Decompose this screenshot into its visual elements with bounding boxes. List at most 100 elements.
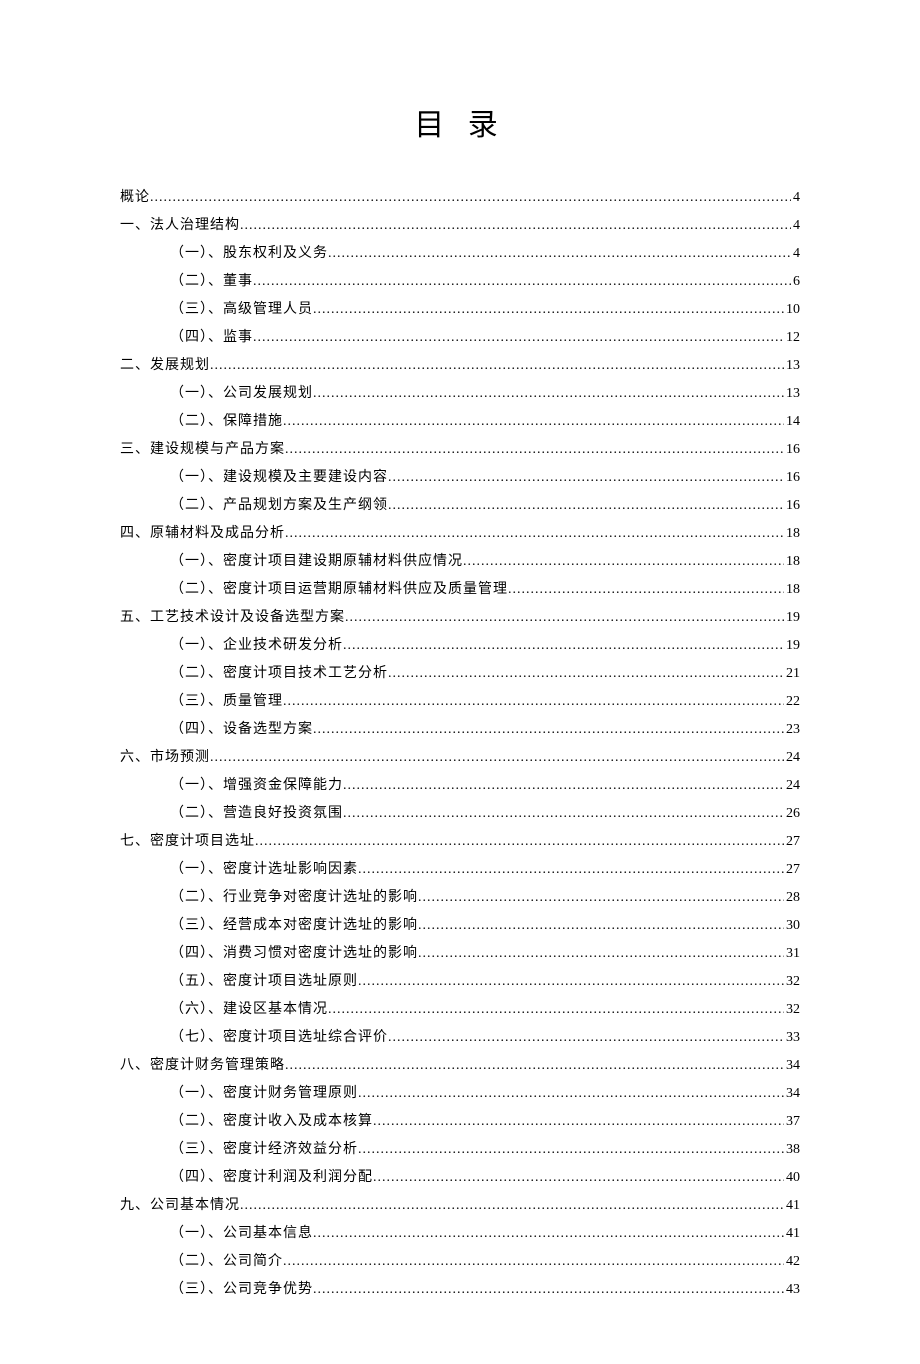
toc-entry: （二）、保障措施 14 [120,408,800,436]
toc-entry-label: （二）、密度计项目技术工艺分析 [170,660,388,688]
toc-entry-label: （三）、密度计经济效益分析 [170,1136,358,1164]
toc-entry-label: 五、工艺技术设计及设备选型方案 [120,604,345,632]
toc-entry: （四）、设备选型方案23 [120,716,800,744]
toc-entry: （一）、公司基本信息41 [120,1220,800,1248]
toc-entry-label: （二）、保障措施 [170,408,283,436]
toc-entry: 五、工艺技术设计及设备选型方案 19 [120,604,800,632]
toc-entry-page: 38 [784,1136,800,1164]
toc-entry-label: （一）、密度计财务管理原则 [170,1080,358,1108]
toc-entry-label: 二、发展规划 [120,352,210,380]
toc-entry-page: 26 [784,800,800,828]
toc-entry: （二）、公司简介42 [120,1248,800,1276]
toc-entry-label: 七、密度计项目选址 [120,828,255,856]
toc-entry-page: 12 [784,324,800,352]
toc-leader [285,1052,784,1080]
toc-entry-page: 24 [784,744,800,772]
toc-entry-page: 21 [784,660,800,688]
toc-entry: （一）、密度计选址影响因素 27 [120,856,800,884]
toc-entry: 一、法人治理结构4 [120,212,800,240]
toc-entry-label: （四）、消费习惯对密度计选址的影响 [170,940,418,968]
toc-entry-page: 18 [784,548,800,576]
toc-entry-label: （七）、密度计项目选址综合评价 [170,1024,388,1052]
toc-entry-label: （一）、股东权利及义务 [170,240,328,268]
toc-entry-label: 九、公司基本情况 [120,1192,240,1220]
toc-entry: （二）、营造良好投资氛围26 [120,800,800,828]
toc-leader [373,1164,784,1192]
toc-entry: （一）、企业技术研发分析19 [120,632,800,660]
toc-entry-label: （六）、建设区基本情况 [170,996,328,1024]
toc-entry-page: 24 [784,772,800,800]
toc-leader [388,1024,784,1052]
toc-entry-page: 30 [784,912,800,940]
toc-entry-label: （五）、密度计项目选址原则 [170,968,358,996]
toc-entry-page: 40 [784,1164,800,1192]
toc-entry: 二、发展规划13 [120,352,800,380]
toc-entry-page: 10 [784,296,800,324]
toc-entry: （二）、产品规划方案及生产纲领16 [120,492,800,520]
toc-leader [240,1192,784,1220]
toc-entry: （六）、建设区基本情况32 [120,996,800,1024]
toc-leader [343,632,784,660]
toc-leader [210,352,784,380]
toc-entry-page: 27 [784,828,800,856]
toc-leader [313,1220,784,1248]
toc-entry-label: （一）、密度计选址影响因素 [170,856,358,884]
toc-entry-page: 28 [784,884,800,912]
toc-entry-label: （三）、质量管理 [170,688,283,716]
toc-entry-label: （一）、公司基本信息 [170,1220,313,1248]
toc-entry-label: 六、市场预测 [120,744,210,772]
toc-entry-page: 19 [784,604,800,632]
toc-leader [358,1080,784,1108]
toc-entry: （三）、密度计经济效益分析 38 [120,1136,800,1164]
toc-entry: 概论4 [120,184,800,212]
toc-leader [508,576,784,604]
toc-entry-label: （二）、公司简介 [170,1248,283,1276]
toc-leader [328,240,791,268]
toc-entry-page: 33 [784,1024,800,1052]
toc-leader [285,520,784,548]
page-container: 目 录 概论4一、法人治理结构4（一）、股东权利及义务4（二）、董事6（三）、高… [0,0,920,1364]
toc-entry: （一）、股东权利及义务4 [120,240,800,268]
toc-entry-label: （二）、董事 [170,268,253,296]
toc-entry: （一）、建设规模及主要建设内容16 [120,464,800,492]
toc-entry: 八、密度计财务管理策略34 [120,1052,800,1080]
toc-entry-page: 19 [784,632,800,660]
toc-entry: 六、市场预测 24 [120,744,800,772]
toc-entry-page: 27 [784,856,800,884]
toc-entry-page: 14 [784,408,800,436]
toc-entry-page: 41 [784,1192,800,1220]
toc-entry: （三）、经营成本对密度计选址的影响30 [120,912,800,940]
toc-leader [283,408,784,436]
toc-leader [373,1108,784,1136]
toc-entry: 七、密度计项目选址 27 [120,828,800,856]
toc-entry-page: 13 [784,380,800,408]
toc-leader [313,296,784,324]
toc-leader [343,800,784,828]
toc-entry-page: 32 [784,968,800,996]
toc-entry: （二）、董事6 [120,268,800,296]
toc-entry: （四）、密度计利润及利润分配40 [120,1164,800,1192]
toc-leader [313,716,784,744]
toc-entry-label: （一）、公司发展规划 [170,380,313,408]
toc-entry: （三）、高级管理人员 10 [120,296,800,324]
toc-entry: （一）、密度计项目建设期原辅材料供应情况18 [120,548,800,576]
toc-entry: （一）、增强资金保障能力24 [120,772,800,800]
toc-entry: 四、原辅材料及成品分析18 [120,520,800,548]
toc-title: 目 录 [120,100,800,144]
toc-entry-label: （四）、设备选型方案 [170,716,313,744]
toc-entry: （二）、密度计项目技术工艺分析 21 [120,660,800,688]
toc-leader [328,996,784,1024]
toc-entry-label: （四）、监事 [170,324,253,352]
toc-entry-label: （三）、公司竞争优势 [170,1276,313,1304]
toc-entry-label: （三）、高级管理人员 [170,296,313,324]
toc-leader [283,1248,784,1276]
toc-entry: 三、建设规模与产品方案16 [120,436,800,464]
toc-leader [313,1276,784,1304]
toc-leader [345,604,784,632]
toc-leader [418,940,784,968]
toc-entry-page: 43 [784,1276,800,1304]
toc-leader [358,856,784,884]
toc-leader [253,324,784,352]
toc-leader [255,828,784,856]
toc-entry-page: 16 [784,436,800,464]
